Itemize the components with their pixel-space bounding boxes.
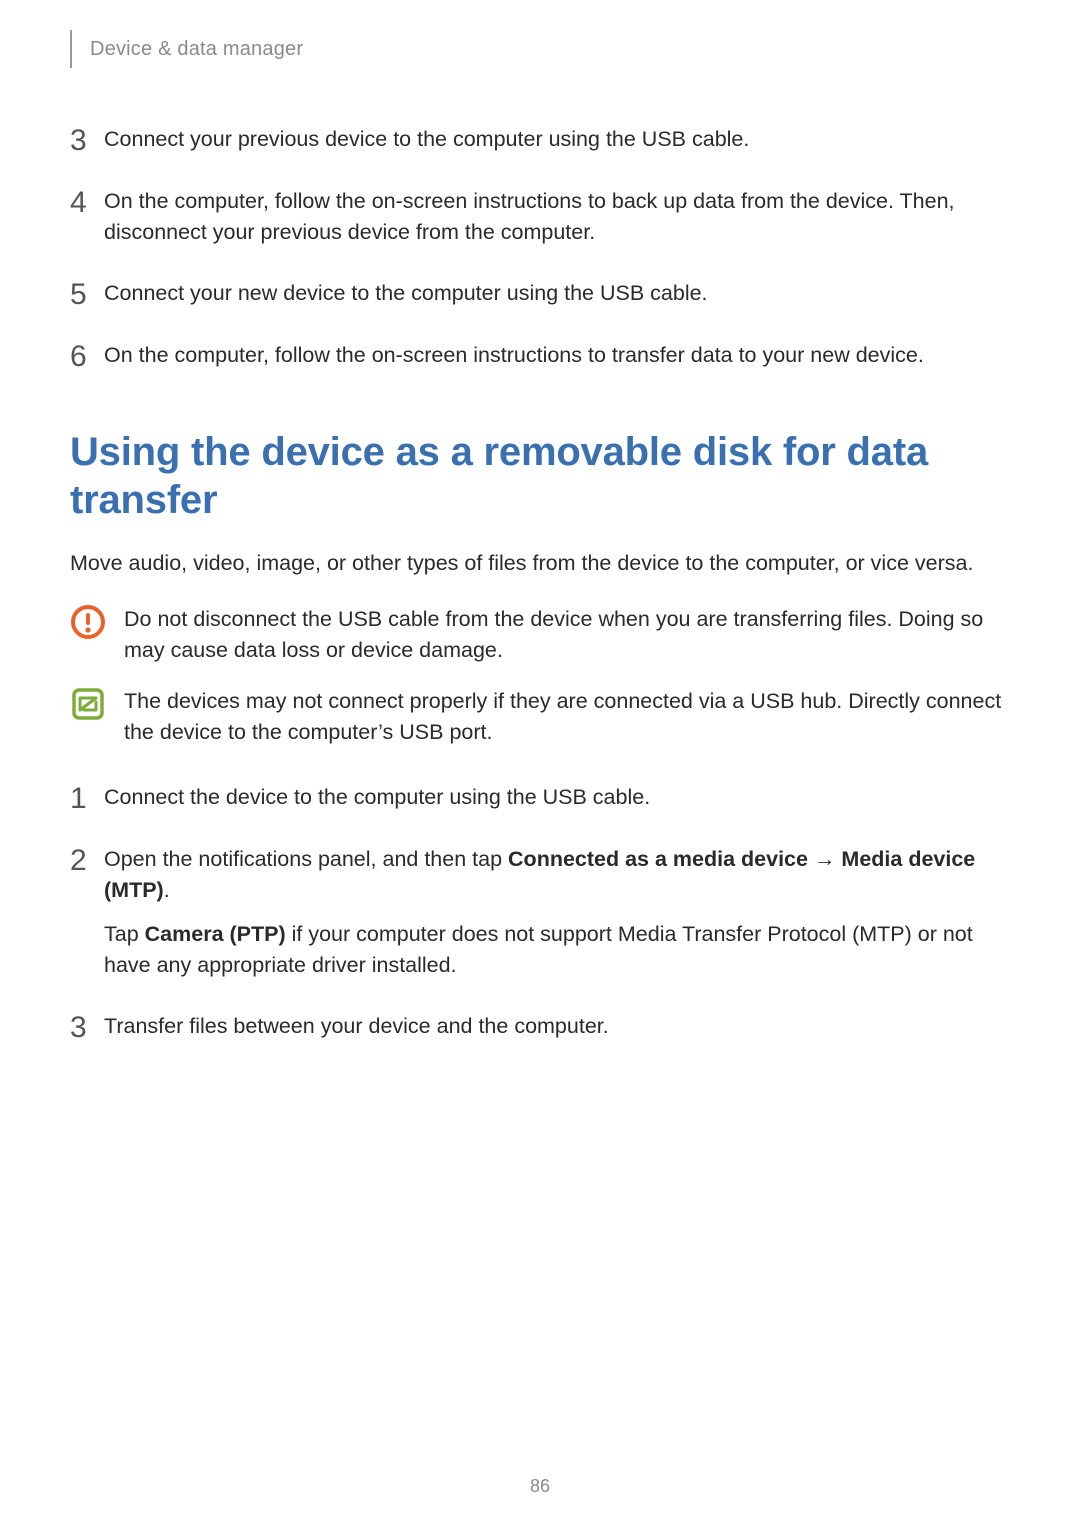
callouts: Do not disconnect the USB cable from the… bbox=[70, 604, 1010, 749]
text-run: Connect your previous device to the comp… bbox=[104, 127, 749, 151]
note-icon bbox=[70, 686, 106, 722]
breadcrumb: Device & data manager bbox=[90, 38, 303, 61]
step-number: 3 bbox=[70, 1011, 104, 1043]
step-paragraph: Open the notifications panel, and then t… bbox=[104, 844, 1010, 906]
step-paragraph: Transfer files between your device and t… bbox=[104, 1011, 1010, 1042]
note-callout: The devices may not connect properly if … bbox=[70, 686, 1010, 748]
page-header: Device & data manager bbox=[70, 30, 1010, 68]
step-paragraph: Connect your new device to the computer … bbox=[104, 278, 1010, 309]
section-title: Using the device as a removable disk for… bbox=[70, 428, 1010, 524]
step-body: Connect your previous device to the comp… bbox=[104, 124, 1010, 156]
page-number: 86 bbox=[0, 1476, 1080, 1497]
steps-list-continued: 3Connect your previous device to the com… bbox=[70, 124, 1010, 372]
top-step: 6On the computer, follow the on-screen i… bbox=[70, 340, 1010, 372]
manual-page: Device & data manager 3Connect your prev… bbox=[0, 0, 1080, 1527]
step-paragraph: On the computer, follow the on-screen in… bbox=[104, 186, 1010, 248]
text-run: Transfer files between your device and t… bbox=[104, 1014, 609, 1038]
step-number: 2 bbox=[70, 844, 104, 981]
top-step: 4On the computer, follow the on-screen i… bbox=[70, 186, 1010, 248]
step-body: Open the notifications panel, and then t… bbox=[104, 844, 1010, 981]
bottom-step: 3Transfer files between your device and … bbox=[70, 1011, 1010, 1043]
warning-icon bbox=[70, 604, 106, 640]
text-run: Connect your new device to the computer … bbox=[104, 281, 708, 305]
step-body: On the computer, follow the on-screen in… bbox=[104, 340, 1010, 372]
callout-icon-wrap bbox=[70, 604, 124, 666]
step-number: 3 bbox=[70, 124, 104, 156]
section-intro: Move audio, video, image, or other types… bbox=[70, 548, 1010, 579]
header-divider bbox=[70, 30, 72, 68]
step-number: 4 bbox=[70, 186, 104, 248]
step-body: Transfer files between your device and t… bbox=[104, 1011, 1010, 1043]
steps-list: 1Connect the device to the computer usin… bbox=[70, 782, 1010, 1043]
text-run: Connect the device to the computer using… bbox=[104, 785, 650, 809]
step-paragraph: Connect your previous device to the comp… bbox=[104, 124, 1010, 155]
top-step: 3Connect your previous device to the com… bbox=[70, 124, 1010, 156]
callout-text: The devices may not connect properly if … bbox=[124, 686, 1010, 748]
bold-text: Connected as a media device bbox=[508, 847, 808, 871]
text-run: On the computer, follow the on-screen in… bbox=[104, 343, 924, 367]
text-run: → bbox=[808, 847, 841, 871]
bottom-step: 2Open the notifications panel, and then … bbox=[70, 844, 1010, 981]
step-body: Connect your new device to the computer … bbox=[104, 278, 1010, 310]
step-paragraph: Connect the device to the computer using… bbox=[104, 782, 1010, 813]
step-body: Connect the device to the computer using… bbox=[104, 782, 1010, 814]
text-run: On the computer, follow the on-screen in… bbox=[104, 189, 955, 244]
callout-icon-wrap bbox=[70, 686, 124, 748]
warning-callout: Do not disconnect the USB cable from the… bbox=[70, 604, 1010, 666]
step-number: 6 bbox=[70, 340, 104, 372]
callout-text: Do not disconnect the USB cable from the… bbox=[124, 604, 1010, 666]
top-step: 5Connect your new device to the computer… bbox=[70, 278, 1010, 310]
step-number: 1 bbox=[70, 782, 104, 814]
text-run: Open the notifications panel, and then t… bbox=[104, 847, 508, 871]
step-paragraph: Tap Camera (PTP) if your computer does n… bbox=[104, 919, 1010, 981]
step-number: 5 bbox=[70, 278, 104, 310]
step-body: On the computer, follow the on-screen in… bbox=[104, 186, 1010, 248]
bold-text: Camera (PTP) bbox=[145, 922, 286, 946]
step-paragraph: On the computer, follow the on-screen in… bbox=[104, 340, 1010, 371]
text-run: . bbox=[164, 878, 170, 902]
text-run: Tap bbox=[104, 922, 145, 946]
bottom-step: 1Connect the device to the computer usin… bbox=[70, 782, 1010, 814]
